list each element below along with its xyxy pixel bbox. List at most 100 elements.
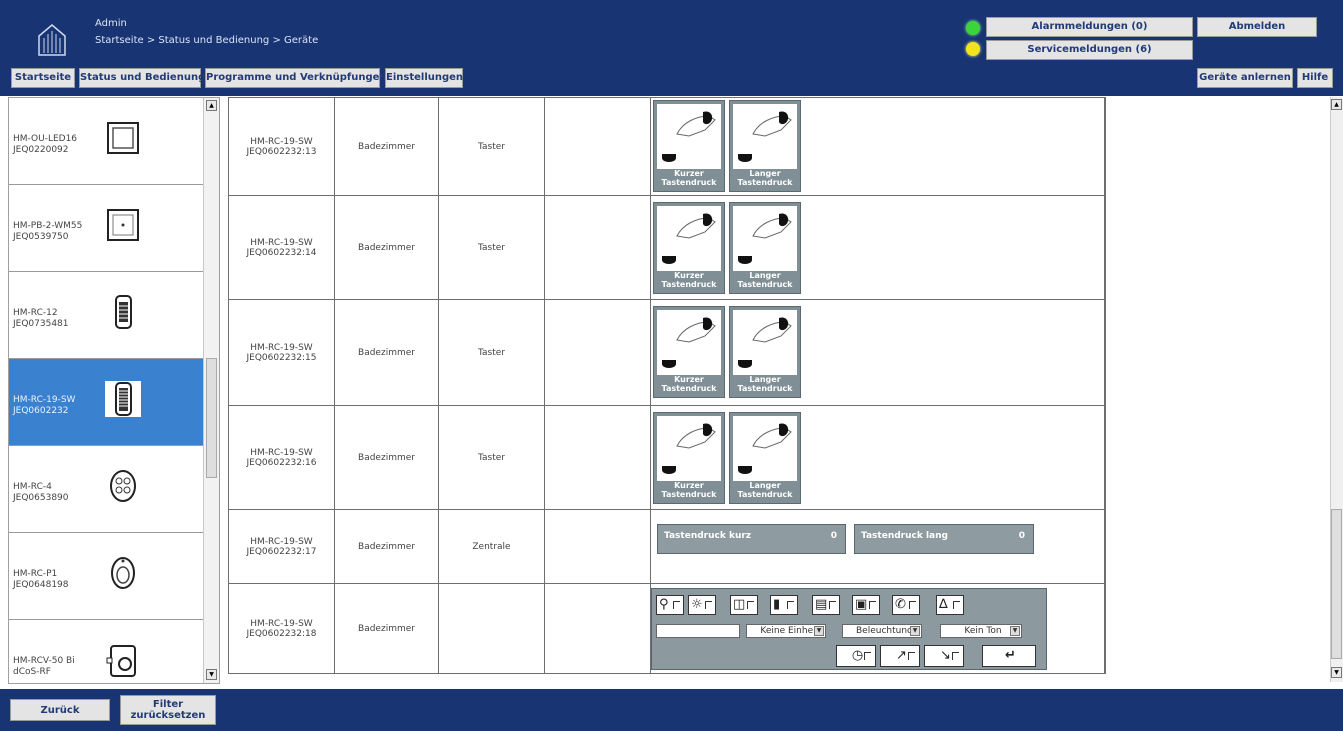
channel-address: JEQ0602232:13 [246, 146, 317, 157]
long-press-label-2: Tastendruck [737, 178, 793, 187]
control-cell: Kurzer Tastendruck Langer Tastendruck [651, 196, 1105, 299]
reset-filter-label: Filter [152, 699, 184, 710]
device-serial: JEQ0539750 [13, 232, 69, 242]
house-logo-icon [38, 24, 66, 56]
logout-button[interactable]: Abmelden [1197, 17, 1317, 37]
blind-icon[interactable]: ▤ [812, 595, 840, 615]
channel-address: JEQ0602232:15 [246, 352, 317, 363]
chevron-down-icon: ▼ [814, 626, 824, 636]
counter-label: Tastendruck lang [861, 531, 948, 541]
channel-address: JEQ0602232:18 [246, 629, 317, 639]
finger-press-icon [657, 416, 721, 481]
room-cell: Badezimmer [358, 624, 415, 634]
table-row: HM-RC-19-SW JEQ0602232:18 Badezimmer ⚲ ☼ … [229, 584, 1105, 674]
device-list-item[interactable]: HM-OU-LED16 JEQ0220092 [9, 98, 203, 185]
room-cell: Badezimmer [358, 541, 415, 552]
tab-einstellungen[interactable]: Einstellungen [385, 68, 463, 88]
long-press-label-2: Tastendruck [737, 384, 793, 393]
arrow-up-icon[interactable]: ↗ [880, 645, 920, 667]
short-press-label: Kurzer [674, 169, 704, 178]
service-status-led-icon [966, 42, 980, 56]
device-serial: JEQ0220092 [13, 145, 69, 155]
control-cell: Kurzer Tastendruck Langer Tastendruck [651, 300, 1105, 405]
phone-icon[interactable]: ✆ [892, 595, 920, 615]
keyfob-icon [110, 470, 136, 502]
scroll-down-icon[interactable]: ▼ [1331, 667, 1342, 678]
finger-press-icon [733, 310, 797, 375]
device-list-scrollbar[interactable]: ▲ ▼ [203, 98, 219, 683]
control-cell: ⚲ ☼ ◫ ▮ ▤ ▣ ✆ ∆ Keine Einhei ▼ Beleuchtun… [651, 584, 1105, 674]
device-serial: dCoS-RF [13, 667, 51, 677]
long-press-button[interactable]: Langer Tastendruck [729, 306, 801, 398]
sound-select[interactable]: Kein Ton ▼ [940, 624, 1022, 638]
short-press-button[interactable]: Kurzer Tastendruck [653, 412, 725, 504]
tab-programme-und-verknuepfungen[interactable]: Programme und Verknüpfungen [205, 68, 387, 88]
device-list-item[interactable]: HM-RC-P1 JEQ0648198 [9, 533, 203, 620]
film-icon[interactable]: ▣ [852, 595, 880, 615]
device-list-item[interactable]: HM-RC-12 JEQ0735481 [9, 272, 203, 359]
long-press-label-2: Tastendruck [737, 490, 793, 499]
short-press-button[interactable]: Kurzer Tastendruck [653, 202, 725, 294]
led-panel-icon [107, 122, 139, 154]
display-text-input[interactable] [656, 624, 740, 638]
device-list-item[interactable]: HM-RCV-50 Bi dCoS-RF [9, 620, 203, 683]
unit-select[interactable]: Keine Einhei ▼ [746, 624, 826, 638]
channel-address: JEQ0602232:17 [246, 546, 317, 557]
device-name: HM-OU-LED16 [13, 134, 78, 144]
tab-status-und-bedienung[interactable]: Status und Bedienung [79, 68, 205, 88]
device-list-item[interactable]: HM-PB-2-WM55 JEQ0539750 [9, 185, 203, 272]
remote-control-icon [105, 381, 141, 417]
service-messages-button[interactable]: Servicemeldungen (6) [986, 40, 1193, 60]
header: Admin Startseite > Status und Bedienung … [0, 0, 1343, 96]
long-press-button[interactable]: Langer Tastendruck [729, 412, 801, 504]
help-button[interactable]: Hilfe [1297, 68, 1333, 88]
remote-control-icon [115, 295, 132, 329]
scroll-up-icon[interactable]: ▲ [206, 100, 217, 111]
door-icon[interactable]: ▮ [770, 595, 798, 615]
short-press-button[interactable]: Kurzer Tastendruck [653, 306, 725, 398]
reset-filter-button[interactable]: Filter zurücksetzen [120, 695, 216, 725]
teach-devices-button[interactable]: Geräte anlernen [1197, 68, 1293, 88]
room-cell: Badezimmer [358, 347, 415, 358]
short-press-label: Kurzer [674, 271, 704, 280]
function-cell: Taster [478, 347, 505, 358]
scroll-down-icon[interactable]: ▼ [206, 669, 217, 680]
control-cell: Kurzer Tastendruck Langer Tastendruck [651, 98, 1105, 195]
device-list-item[interactable]: HM-RC-4 JEQ0653890 [9, 446, 203, 533]
bulb-icon[interactable]: ⚲ [656, 595, 684, 615]
alarm-messages-button[interactable]: Alarmmeldungen (0) [986, 17, 1193, 37]
window-icon[interactable]: ◫ [730, 595, 758, 615]
room-cell: Badezimmer [358, 452, 415, 463]
virtual-remote-icon [106, 645, 136, 677]
control-cell: Tastendruck kurz 0 Tastendruck lang 0 [651, 510, 1105, 583]
display-control-panel: ⚲ ☼ ◫ ▮ ▤ ▣ ✆ ∆ Keine Einhei ▼ Beleuchtun… [651, 588, 1047, 670]
device-serial: JEQ0735481 [13, 319, 69, 329]
device-serial: JEQ0602232 [13, 406, 69, 416]
channel-table: HM-RC-19-SW JEQ0602232:13 Badezimmer Tast… [228, 97, 1106, 674]
backlight-select[interactable]: Beleuchtunc ▼ [842, 624, 922, 638]
function-cell: Taster [478, 452, 505, 463]
short-press-label-2: Tastendruck [661, 178, 717, 187]
device-list-item-selected[interactable]: HM-RC-19-SW JEQ0602232 [9, 359, 203, 446]
finger-press-icon [657, 206, 721, 271]
tab-startseite[interactable]: Startseite [11, 68, 75, 88]
chevron-down-icon: ▼ [1010, 626, 1020, 636]
arrow-down-icon[interactable]: ↘ [924, 645, 964, 667]
user-name: Admin [95, 18, 127, 29]
light-on-icon[interactable]: ☼ [688, 595, 716, 615]
long-press-label: Langer [749, 169, 781, 178]
clock-icon[interactable]: ◷ [836, 645, 876, 667]
scroll-up-icon[interactable]: ▲ [1331, 99, 1342, 110]
long-press-button[interactable]: Langer Tastendruck [729, 100, 801, 192]
enter-send-icon[interactable]: ↵ [982, 645, 1036, 667]
finger-press-icon [657, 104, 721, 169]
short-press-button[interactable]: Kurzer Tastendruck [653, 100, 725, 192]
long-press-button[interactable]: Langer Tastendruck [729, 202, 801, 294]
finger-press-icon [733, 104, 797, 169]
scroll-thumb[interactable] [1331, 509, 1342, 659]
bell-icon[interactable]: ∆ [936, 595, 964, 615]
back-button[interactable]: Zurück [10, 699, 110, 721]
scroll-thumb[interactable] [206, 358, 217, 478]
page-scrollbar[interactable]: ▲ ▼ [1330, 97, 1343, 682]
short-press-label-2: Tastendruck [661, 384, 717, 393]
